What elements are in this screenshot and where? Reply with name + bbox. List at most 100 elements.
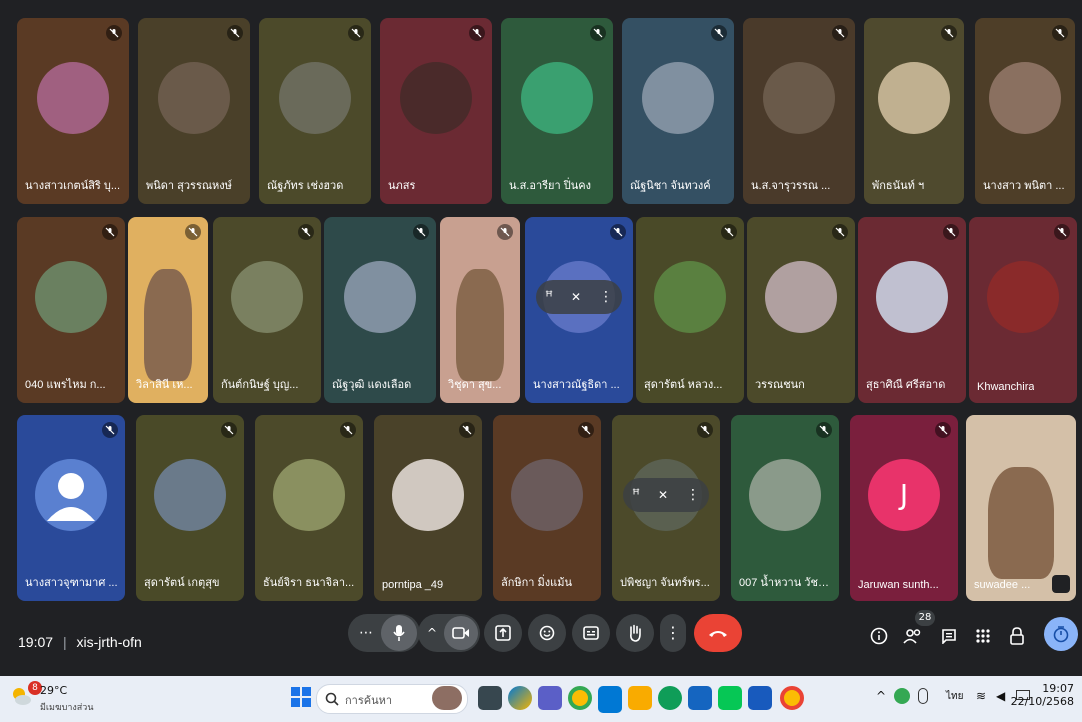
participant-video xyxy=(988,467,1054,579)
default-person-icon xyxy=(47,472,95,521)
participant-tile[interactable]: สุธาศิณี ศรีสอาด xyxy=(858,217,966,403)
chat-button[interactable] xyxy=(938,625,960,647)
muted-mic-icon xyxy=(459,422,475,438)
participant-tile[interactable]: ธันย์จิรา ธนาจิลา... xyxy=(255,415,363,601)
participant-tile[interactable]: ณัฐภัทร เช่งฮวด xyxy=(259,18,371,204)
muted-mic-icon xyxy=(816,422,832,438)
participant-avatar xyxy=(989,61,1061,134)
tile-options-icon[interactable] xyxy=(1052,575,1070,593)
participant-tile[interactable]: วรรณชนก xyxy=(747,217,855,403)
input-language[interactable]: ไทย xyxy=(946,689,963,704)
people-button[interactable] xyxy=(902,625,924,647)
timer-button[interactable] xyxy=(1044,617,1078,651)
camera-button[interactable] xyxy=(444,616,478,650)
muted-mic-icon xyxy=(1052,25,1068,41)
participant-name: สุดารัตน์ เกตุสุข xyxy=(144,577,220,589)
volume-icon[interactable]: ◀ xyxy=(996,689,1005,703)
participant-tile[interactable]: วิลาสินี เห... xyxy=(128,217,208,403)
muted-mic-icon xyxy=(106,25,122,41)
participant-name: วิชุดา สุข... xyxy=(448,379,502,391)
participant-tile[interactable]: กันต์กนิษฐ์ บุญ... xyxy=(213,217,321,403)
participant-avatar xyxy=(878,61,950,134)
participant-tile[interactable]: porntipa _49 xyxy=(374,415,482,601)
participant-tile[interactable]: ณัฐนิชา จันทวงค์ xyxy=(622,18,734,204)
leave-call-button[interactable] xyxy=(694,614,742,652)
store-icon[interactable] xyxy=(688,686,712,710)
pin-icon[interactable]: ꟸ xyxy=(632,487,640,503)
google-drive-tray-icon[interactable] xyxy=(894,688,910,704)
file-explorer-icon[interactable] xyxy=(628,686,652,710)
tray-overflow-icon[interactable]: ^ xyxy=(876,689,886,703)
chat-icon xyxy=(942,629,956,644)
participant-tile[interactable]: 007 น้ำหวาน วัชโ... xyxy=(731,415,839,601)
reactions-button[interactable] xyxy=(528,614,566,652)
chrome-profile-icon[interactable] xyxy=(780,686,804,710)
line-icon[interactable] xyxy=(718,686,742,710)
outlook-icon[interactable] xyxy=(598,686,622,713)
meeting-info: 19:07 | xis-jrth-ofn xyxy=(18,634,142,650)
participant-tile[interactable]: น.ส.อารียา ปิ่นคง xyxy=(501,18,613,204)
wifi-icon[interactable]: ≋ xyxy=(976,689,986,703)
participant-tile[interactable]: สุดารัตน์ เกตุสุข xyxy=(136,415,244,601)
participant-name: 007 น้ำหวาน วัชโ... xyxy=(739,577,832,589)
participant-name: วรรณชนก xyxy=(755,379,805,391)
participant-tile[interactable]: นภสร xyxy=(380,18,492,204)
participant-avatar xyxy=(279,61,351,134)
teams-icon[interactable] xyxy=(538,686,562,710)
participant-name: ณัฐภัทร เช่งฮวด xyxy=(267,180,344,192)
participant-tile[interactable]: นางสาว พนิตา ... xyxy=(975,18,1075,204)
participant-tile[interactable]: นางสาวเกตน์สิริ บุ... xyxy=(17,18,129,204)
participant-tile[interactable]: พนิดา สุวรรณหงษ์ xyxy=(138,18,250,204)
participant-tile[interactable]: 040 แพรไหม ก... xyxy=(17,217,125,403)
participant-avatar xyxy=(154,458,226,531)
mic-options-icon[interactable]: ⋯ xyxy=(351,625,381,641)
lock-person-icon xyxy=(1010,627,1024,645)
emoji-icon xyxy=(539,625,555,641)
end-call-icon xyxy=(709,631,727,637)
mute-participant-icon[interactable]: ✕ xyxy=(571,290,581,304)
activities-button[interactable] xyxy=(972,625,994,647)
start-button[interactable] xyxy=(290,686,312,708)
mic-tray-icon[interactable] xyxy=(918,688,928,704)
participant-avatar xyxy=(654,260,726,333)
task-view-icon[interactable] xyxy=(478,686,502,710)
copilot-icon[interactable] xyxy=(508,686,532,710)
participant-tile[interactable]: ลักษิกา มิ่งแม้น xyxy=(493,415,601,601)
participant-tile[interactable]: ณัฐวุฒิ แดงเลือด xyxy=(324,217,436,403)
participant-tile[interactable]: ꟸ ✕ ⋮ นางสาวณัฐธิดา ... xyxy=(525,217,633,403)
host-controls-button[interactable] xyxy=(1006,625,1028,647)
participant-tile[interactable]: J Jaruwan sunth... xyxy=(850,415,958,601)
participant-tile[interactable]: น.ส.จารุวรรณ ... xyxy=(743,18,855,204)
chrome-icon[interactable] xyxy=(568,686,592,710)
edge-icon[interactable] xyxy=(658,686,682,710)
participant-tile[interactable]: พักธนันท์ ฯ xyxy=(864,18,964,204)
more-vert-icon[interactable]: ⋮ xyxy=(599,289,613,305)
captions-button[interactable] xyxy=(572,614,610,652)
word-icon[interactable] xyxy=(748,686,772,710)
participant-tile[interactable]: สุดารัตน์ หลวง... xyxy=(636,217,744,403)
meeting-time: 19:07 xyxy=(18,634,54,650)
present-button[interactable] xyxy=(484,614,522,652)
more-vert-icon: ⋮ xyxy=(665,623,681,642)
participant-tile[interactable]: วิชุดา สุข... xyxy=(440,217,520,403)
system-clock[interactable]: 19:07 22/10/2568 xyxy=(1011,682,1074,708)
more-vert-icon[interactable]: ⋮ xyxy=(686,487,700,503)
meeting-details-button[interactable] xyxy=(868,625,890,647)
camera-options-icon[interactable]: ^ xyxy=(420,626,444,640)
participant-avatar xyxy=(511,458,583,531)
participant-tile[interactable]: Khwanchira xyxy=(969,217,1077,403)
raise-hand-button[interactable] xyxy=(616,614,654,652)
participant-tile[interactable]: ꟸ ✕ ⋮ ปพิชญา จันทร์พร... xyxy=(612,415,720,601)
more-options-button[interactable]: ⋮ xyxy=(660,614,686,652)
meeting-code[interactable]: xis-jrth-ofn xyxy=(76,634,141,650)
pin-icon[interactable]: ꟸ xyxy=(545,289,553,305)
participant-tile[interactable]: นางสาวจุฑามาศ ... xyxy=(17,415,125,601)
muted-mic-icon xyxy=(221,422,237,438)
muted-mic-icon xyxy=(413,224,429,240)
mic-group: ⋯ xyxy=(348,614,420,652)
participant-name: วิลาสินี เห... xyxy=(136,379,193,391)
participant-tile[interactable]: suwadee ... xyxy=(966,415,1076,601)
widget-animal-icon[interactable] xyxy=(432,686,462,710)
mute-participant-icon[interactable]: ✕ xyxy=(658,488,668,502)
mic-button[interactable] xyxy=(381,615,417,651)
